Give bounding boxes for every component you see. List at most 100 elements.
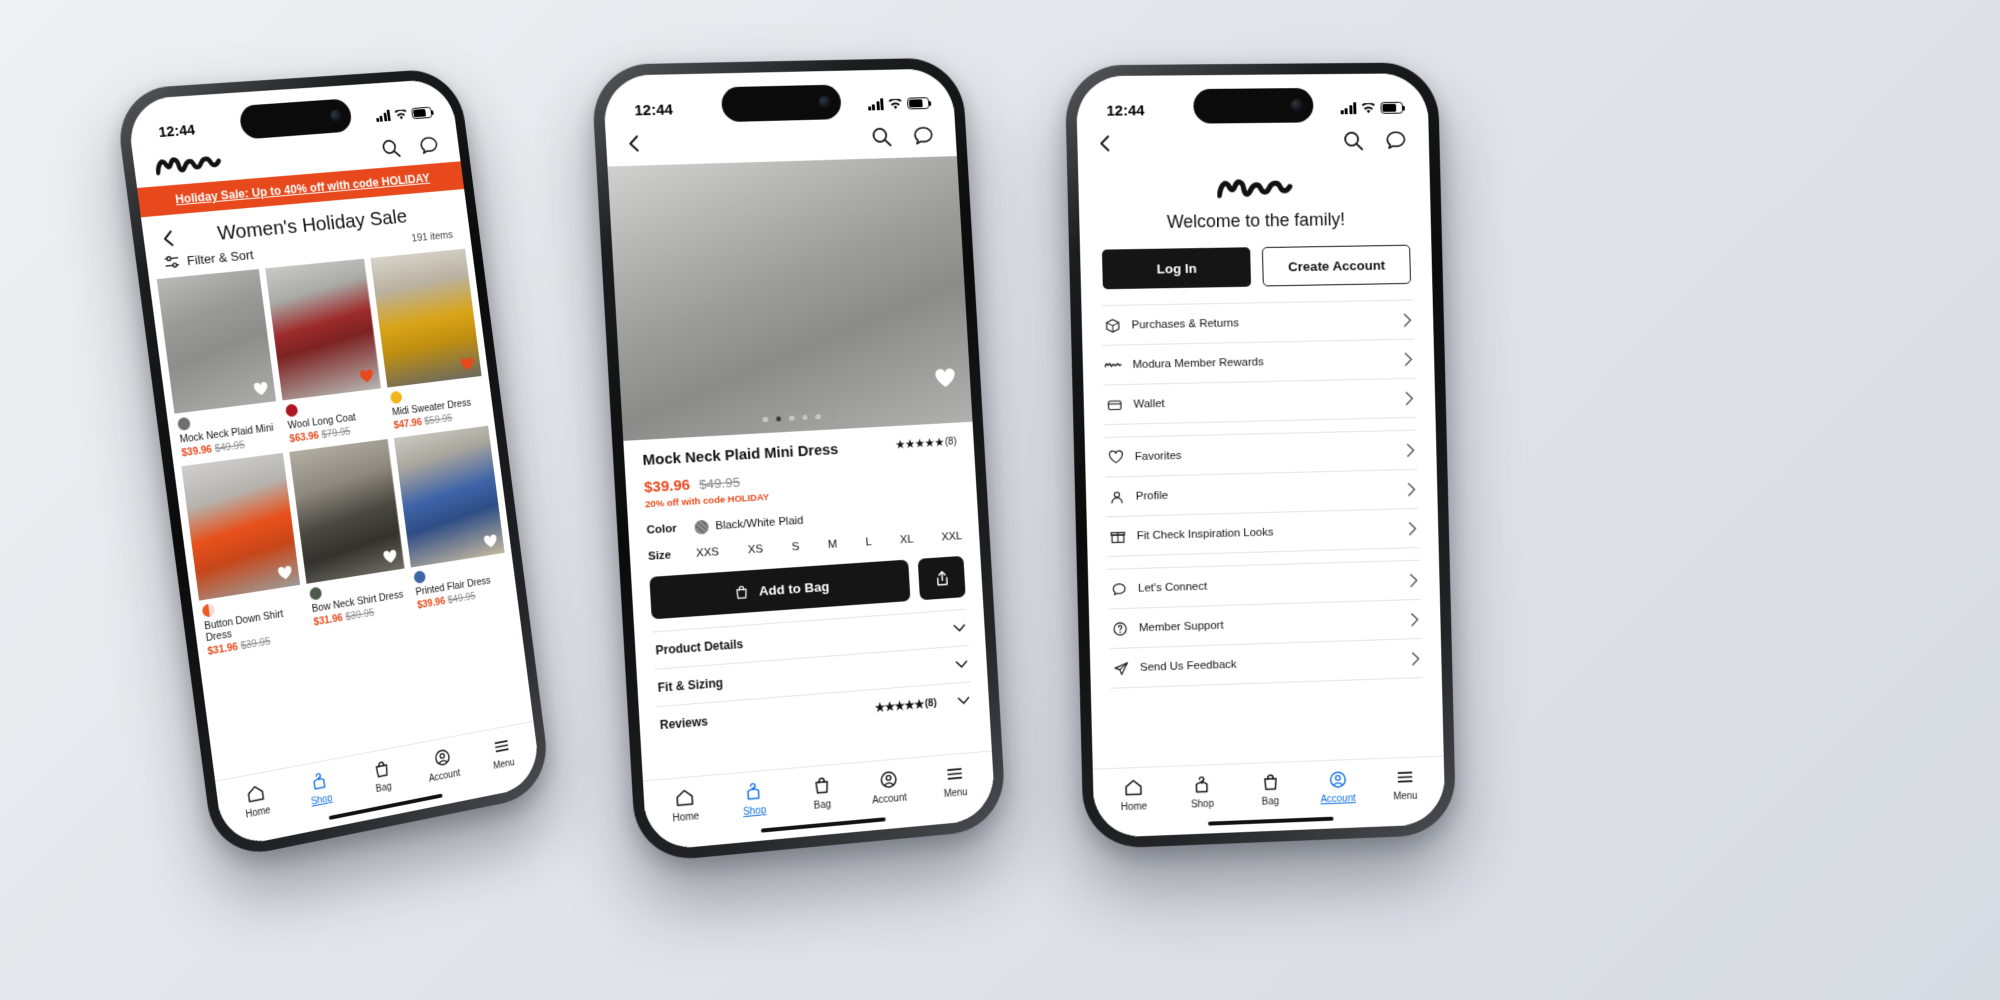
reviews-count: (8) bbox=[924, 697, 937, 710]
product-image[interactable] bbox=[181, 452, 301, 601]
hamburger-icon bbox=[1395, 766, 1416, 787]
size-option-s[interactable]: S bbox=[792, 541, 800, 553]
chevron-down-icon bbox=[955, 660, 968, 669]
add-to-bag-button[interactable]: Add to Bag bbox=[649, 559, 911, 620]
tab-label: Bag bbox=[1261, 796, 1280, 808]
original-price: $49.95 bbox=[213, 439, 246, 455]
tab-home[interactable]: Home bbox=[649, 784, 720, 826]
pdp-actions: Add to Bag bbox=[649, 555, 966, 620]
size-option-xl[interactable]: XL bbox=[900, 534, 914, 547]
size-option-xxs[interactable]: XXS bbox=[696, 546, 720, 560]
tab-label: Shop bbox=[742, 805, 767, 819]
tab-label: Bag bbox=[813, 799, 832, 812]
color-swatch[interactable] bbox=[177, 416, 191, 431]
heart-filled-icon[interactable] bbox=[459, 355, 476, 372]
share-button[interactable] bbox=[917, 555, 966, 601]
tab-account[interactable]: Account bbox=[1304, 768, 1372, 806]
size-option-xxl[interactable]: XXL bbox=[941, 530, 962, 543]
tab-label: Account bbox=[871, 792, 908, 807]
pdp-accordions: Product Details Fit & Sizing Reviews ★★★… bbox=[652, 608, 973, 744]
search-icon[interactable] bbox=[869, 125, 893, 149]
product-card[interactable]: Button Down Shirt Dress $31.96$39.95 bbox=[181, 452, 307, 658]
create-account-button[interactable]: Create Account bbox=[1261, 244, 1412, 287]
product-card[interactable]: Midi Sweater Dress $47.96$59.95 bbox=[370, 248, 487, 432]
tab-label: Shop bbox=[1190, 798, 1215, 811]
battery-icon bbox=[906, 97, 930, 110]
color-swatch-selected[interactable]: Black/White Plaid bbox=[694, 514, 804, 535]
chat-bubble-icon[interactable] bbox=[417, 133, 441, 157]
heart-outline-icon[interactable] bbox=[277, 564, 295, 583]
chat-bubble-icon[interactable] bbox=[1384, 128, 1408, 152]
home-icon bbox=[1123, 777, 1144, 799]
product-card[interactable]: Mock Neck Plaid Mini $39.96$49.95 bbox=[156, 269, 283, 460]
chevron-left-icon[interactable] bbox=[624, 133, 645, 154]
product-card[interactable]: Printed Flair Dress $39.96$49.95 bbox=[393, 425, 512, 623]
status-time: 12:44 bbox=[157, 121, 196, 141]
log-in-button[interactable]: Log In bbox=[1101, 247, 1252, 290]
color-swatch[interactable] bbox=[201, 603, 216, 618]
heart-filled-icon[interactable] bbox=[358, 367, 375, 385]
chevron-down-icon bbox=[957, 696, 970, 705]
chevron-left-icon[interactable] bbox=[1095, 133, 1115, 153]
sale-price: $39.96 bbox=[180, 443, 213, 460]
color-swatch[interactable] bbox=[309, 586, 323, 601]
color-swatch[interactable] bbox=[389, 390, 403, 405]
plaid-swatch-icon bbox=[694, 519, 709, 535]
chevron-right-icon[interactable]: ❯ bbox=[828, 409, 838, 421]
size-option-l[interactable]: L bbox=[865, 536, 872, 548]
color-swatch[interactable] bbox=[285, 403, 299, 418]
product-image[interactable] bbox=[289, 439, 405, 584]
status-time: 12:44 bbox=[1106, 101, 1145, 120]
screenshot-stage: 12:44 Holiday Sale: Up to 40% off with c… bbox=[0, 0, 2000, 1000]
hanger-icon bbox=[743, 780, 765, 803]
color-swatch[interactable] bbox=[412, 570, 426, 585]
heart-outline-icon[interactable] bbox=[933, 366, 957, 391]
tab-shop[interactable]: Shop bbox=[1168, 773, 1237, 811]
chevron-left-icon[interactable] bbox=[158, 228, 180, 249]
tab-account[interactable]: Account bbox=[854, 766, 923, 808]
package-icon bbox=[1104, 317, 1121, 334]
bag-icon bbox=[811, 774, 833, 797]
product-card[interactable]: Wool Long Coat $63.96$79.95 bbox=[265, 258, 387, 446]
hanger-icon bbox=[308, 769, 330, 793]
tab-menu[interactable]: Menu bbox=[1371, 766, 1439, 804]
tab-shop[interactable]: Shop bbox=[719, 778, 789, 820]
chevron-right-icon bbox=[1405, 391, 1414, 405]
home-icon bbox=[674, 786, 696, 809]
heart-outline-icon[interactable] bbox=[252, 380, 270, 398]
filter-sliders-icon bbox=[163, 253, 180, 270]
chat-bubble-icon bbox=[1110, 580, 1127, 597]
product-hero-image[interactable]: ❯ bbox=[607, 156, 973, 441]
size-option-xs[interactable]: XS bbox=[748, 543, 764, 556]
carousel-dots[interactable]: ❯ bbox=[762, 409, 838, 425]
tab-bag[interactable]: Bag bbox=[1236, 771, 1305, 809]
tab-menu[interactable]: Menu bbox=[921, 761, 989, 802]
search-icon[interactable] bbox=[1341, 129, 1365, 153]
home-icon bbox=[245, 782, 267, 806]
tab-bag[interactable]: Bag bbox=[787, 772, 857, 814]
product-image[interactable] bbox=[265, 258, 381, 401]
modura-wave-logo[interactable] bbox=[154, 152, 223, 177]
hamburger-icon bbox=[944, 763, 965, 785]
battery-icon bbox=[1380, 101, 1404, 114]
paper-plane-icon bbox=[1112, 659, 1129, 676]
original-price: $59.95 bbox=[423, 412, 454, 428]
search-icon[interactable] bbox=[379, 136, 403, 160]
tab-home[interactable]: Home bbox=[1099, 776, 1168, 814]
account-menu-list: Purchases & Returns Modura Member Reward… bbox=[1081, 283, 1444, 768]
heart-outline-icon[interactable] bbox=[381, 548, 398, 566]
product-image[interactable] bbox=[370, 248, 482, 388]
chat-bubble-icon[interactable] bbox=[911, 123, 935, 147]
size-option-m[interactable]: M bbox=[828, 538, 838, 551]
product-image[interactable] bbox=[156, 269, 277, 414]
wifi-icon bbox=[888, 98, 903, 110]
rating[interactable]: ★★★★★ (8) bbox=[895, 434, 957, 452]
product-card[interactable]: Bow Neck Shirt Dress $31.96$39.95 bbox=[289, 439, 412, 640]
bag-icon bbox=[371, 758, 392, 781]
phone-device-account: 12:44 Welcome to the family! Log In Crea… bbox=[1064, 62, 1457, 850]
heart-outline-icon[interactable] bbox=[482, 532, 498, 550]
account-item-purchases-returns[interactable]: Purchases & Returns bbox=[1101, 299, 1415, 346]
account-item-member-rewards[interactable]: Modura Member Rewards bbox=[1102, 339, 1416, 386]
brand-logo-wrap bbox=[1078, 161, 1430, 201]
product-image[interactable] bbox=[393, 425, 505, 568]
